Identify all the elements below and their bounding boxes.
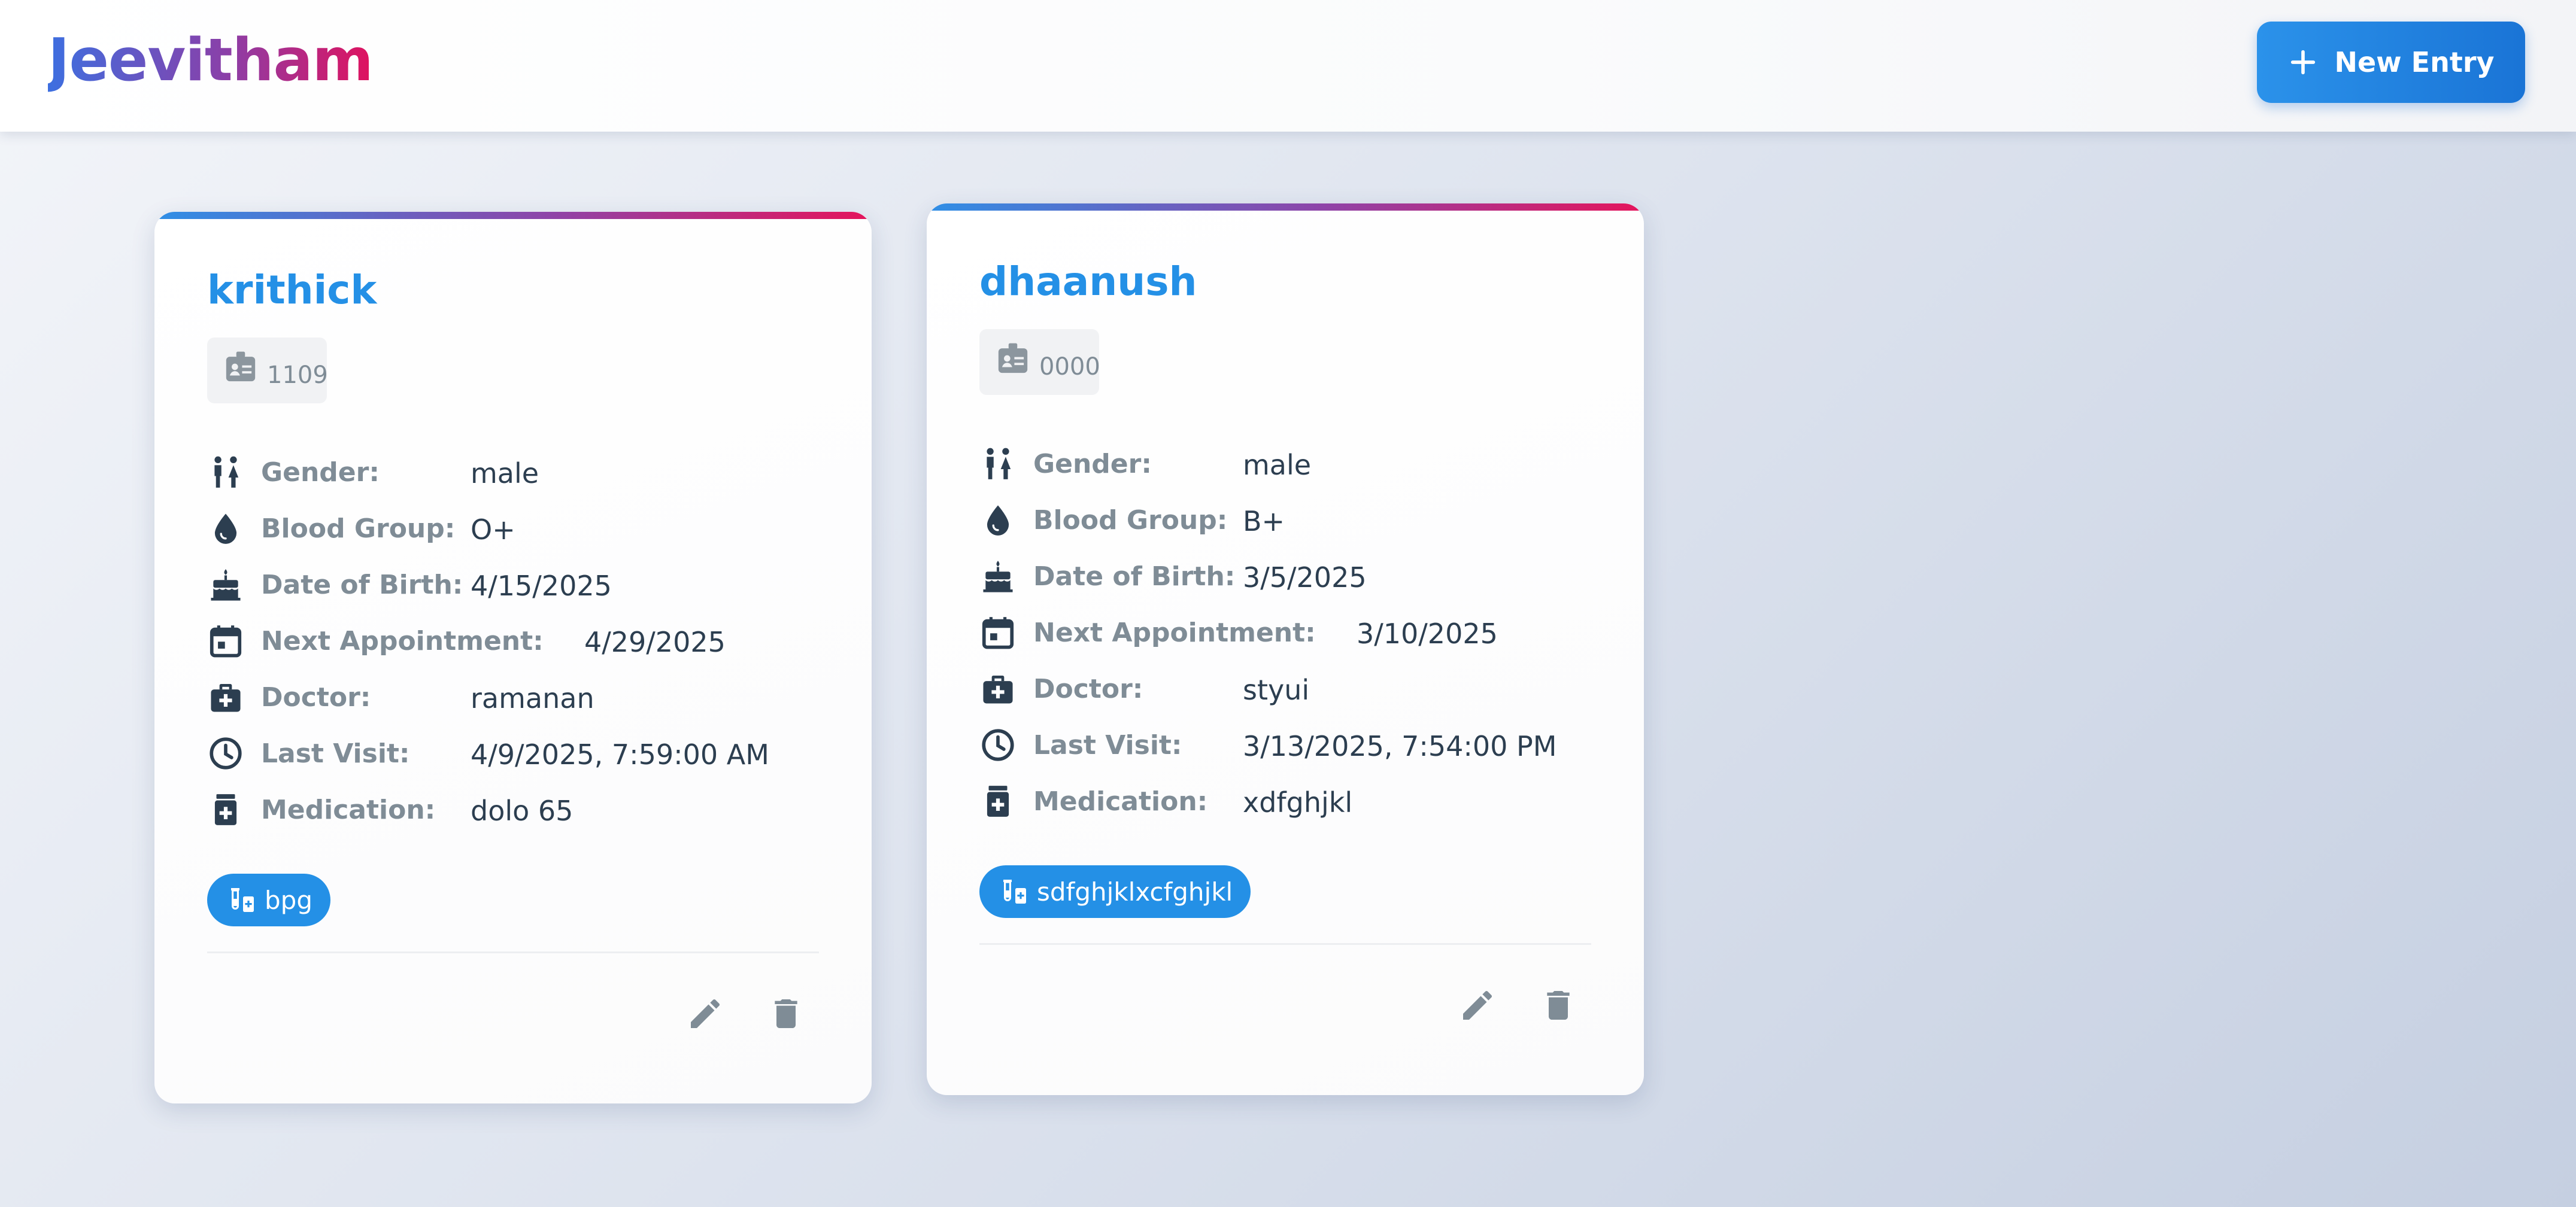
card-divider xyxy=(979,943,1591,945)
id-card-icon xyxy=(226,351,256,382)
patient-name: dhaanush xyxy=(979,259,1197,305)
medication-icon xyxy=(987,786,1009,817)
dob-value: 4/15/2025 xyxy=(471,570,612,602)
next-appointment-label: Next Appointment: xyxy=(1033,618,1316,648)
patient-id: 0000 xyxy=(1039,353,1100,381)
pencil-icon xyxy=(1463,990,1492,1020)
plus-icon xyxy=(2291,50,2316,75)
gender-label: Gender: xyxy=(1033,449,1152,479)
medication-value: xdfghjkl xyxy=(1243,786,1353,819)
blood-group-value: O+ xyxy=(471,513,515,546)
next-appointment-value: 3/10/2025 xyxy=(1357,618,1498,650)
app-logo-title[interactable]: Jeevitham xyxy=(48,26,374,95)
medical-kit-icon xyxy=(211,684,241,712)
medication-label: Medication: xyxy=(261,795,436,825)
medication-value: dolo 65 xyxy=(471,795,574,827)
trash-icon xyxy=(1547,991,1570,1020)
doctor-row: Doctor: ramanan xyxy=(207,676,836,718)
last-visit-value: 4/9/2025, 7:59:00 AM xyxy=(471,738,769,771)
patient-id-badge: 1109 xyxy=(207,338,328,403)
next-appointment-row: Next Appointment: 4/29/2025 xyxy=(207,620,836,662)
blood-group-label: Blood Group: xyxy=(261,513,456,544)
patient-card: dhaanush 0000 Gender: male Blood Group: … xyxy=(927,203,1644,1095)
blood-drop-icon xyxy=(987,505,1009,536)
medical-kit-icon xyxy=(983,676,1013,704)
edit-button[interactable] xyxy=(1454,981,1501,1029)
medication-icon xyxy=(214,794,237,825)
cake-icon xyxy=(211,569,241,601)
app-header: Jeevitham New Entry xyxy=(0,0,2576,132)
edit-button[interactable] xyxy=(681,990,729,1038)
card-accent-bar xyxy=(154,212,872,219)
blood-group-label: Blood Group: xyxy=(1033,505,1228,536)
next-appointment-label: Next Appointment: xyxy=(261,626,544,656)
clock-icon xyxy=(982,729,1014,761)
condition-tag: bpg xyxy=(207,874,330,926)
last-visit-row: Last Visit: 4/9/2025, 7:59:00 AM xyxy=(207,732,836,774)
next-appointment-row: Next Appointment: 3/10/2025 xyxy=(979,612,1608,653)
gender-icon xyxy=(987,448,1011,479)
pencil-icon xyxy=(691,999,720,1028)
patient-card: krithick 1109 Gender: male Blood Group: … xyxy=(154,212,872,1103)
last-visit-value: 3/13/2025, 7:54:00 PM xyxy=(1243,730,1557,762)
gender-value: male xyxy=(1243,449,1312,481)
patient-id: 1109 xyxy=(267,361,328,389)
doctor-row: Doctor: styui xyxy=(979,668,1608,710)
id-card-icon xyxy=(998,343,1028,373)
delete-button[interactable] xyxy=(1534,981,1582,1029)
next-appointment-value: 4/29/2025 xyxy=(584,626,726,658)
condition-tag-label: sdfghjklxcfghjkl xyxy=(1037,877,1233,907)
gender-row: Gender: male xyxy=(979,443,1608,485)
new-entry-button[interactable]: New Entry xyxy=(2257,22,2525,103)
medication-label: Medication: xyxy=(1033,786,1208,817)
calendar-icon xyxy=(982,617,1014,649)
blood-drop-icon xyxy=(214,513,237,544)
card-accent-bar xyxy=(927,203,1644,211)
gender-icon xyxy=(214,456,239,488)
patient-id-badge: 0000 xyxy=(979,329,1100,395)
gender-row: Gender: male xyxy=(207,451,836,493)
gender-label: Gender: xyxy=(261,457,380,488)
blood-group-value: B+ xyxy=(1243,505,1285,537)
medication-row: Medication: dolo 65 xyxy=(207,789,836,831)
new-entry-label: New Entry xyxy=(2334,46,2495,78)
doctor-label: Doctor: xyxy=(261,682,371,713)
cake-icon xyxy=(983,561,1013,592)
medication-row: Medication: xdfghjkl xyxy=(979,780,1608,822)
last-visit-row: Last Visit: 3/13/2025, 7:54:00 PM xyxy=(979,724,1608,766)
doctor-value: ramanan xyxy=(471,682,594,715)
condition-tag: sdfghjklxcfghjkl xyxy=(979,865,1251,918)
condition-tag-label: bpg xyxy=(265,885,312,915)
doctor-label: Doctor: xyxy=(1033,674,1143,704)
vials-icon xyxy=(231,888,254,912)
delete-button[interactable] xyxy=(762,990,810,1038)
clock-icon xyxy=(210,737,242,770)
dob-value: 3/5/2025 xyxy=(1243,561,1367,594)
blood-group-row: Blood Group: O+ xyxy=(207,507,836,549)
dob-label: Date of Birth: xyxy=(261,570,463,600)
patient-name: krithick xyxy=(207,267,377,313)
doctor-value: styui xyxy=(1243,674,1310,706)
gender-value: male xyxy=(471,457,539,490)
dob-row: Date of Birth: 3/5/2025 xyxy=(979,555,1608,597)
trash-icon xyxy=(775,999,797,1028)
blood-group-row: Blood Group: B+ xyxy=(979,499,1608,541)
dob-label: Date of Birth: xyxy=(1033,561,1236,592)
dob-row: Date of Birth: 4/15/2025 xyxy=(207,564,836,606)
calendar-icon xyxy=(210,625,242,658)
card-divider xyxy=(207,951,819,953)
vials-icon xyxy=(1003,880,1026,904)
last-visit-label: Last Visit: xyxy=(261,738,410,769)
last-visit-label: Last Visit: xyxy=(1033,730,1182,761)
